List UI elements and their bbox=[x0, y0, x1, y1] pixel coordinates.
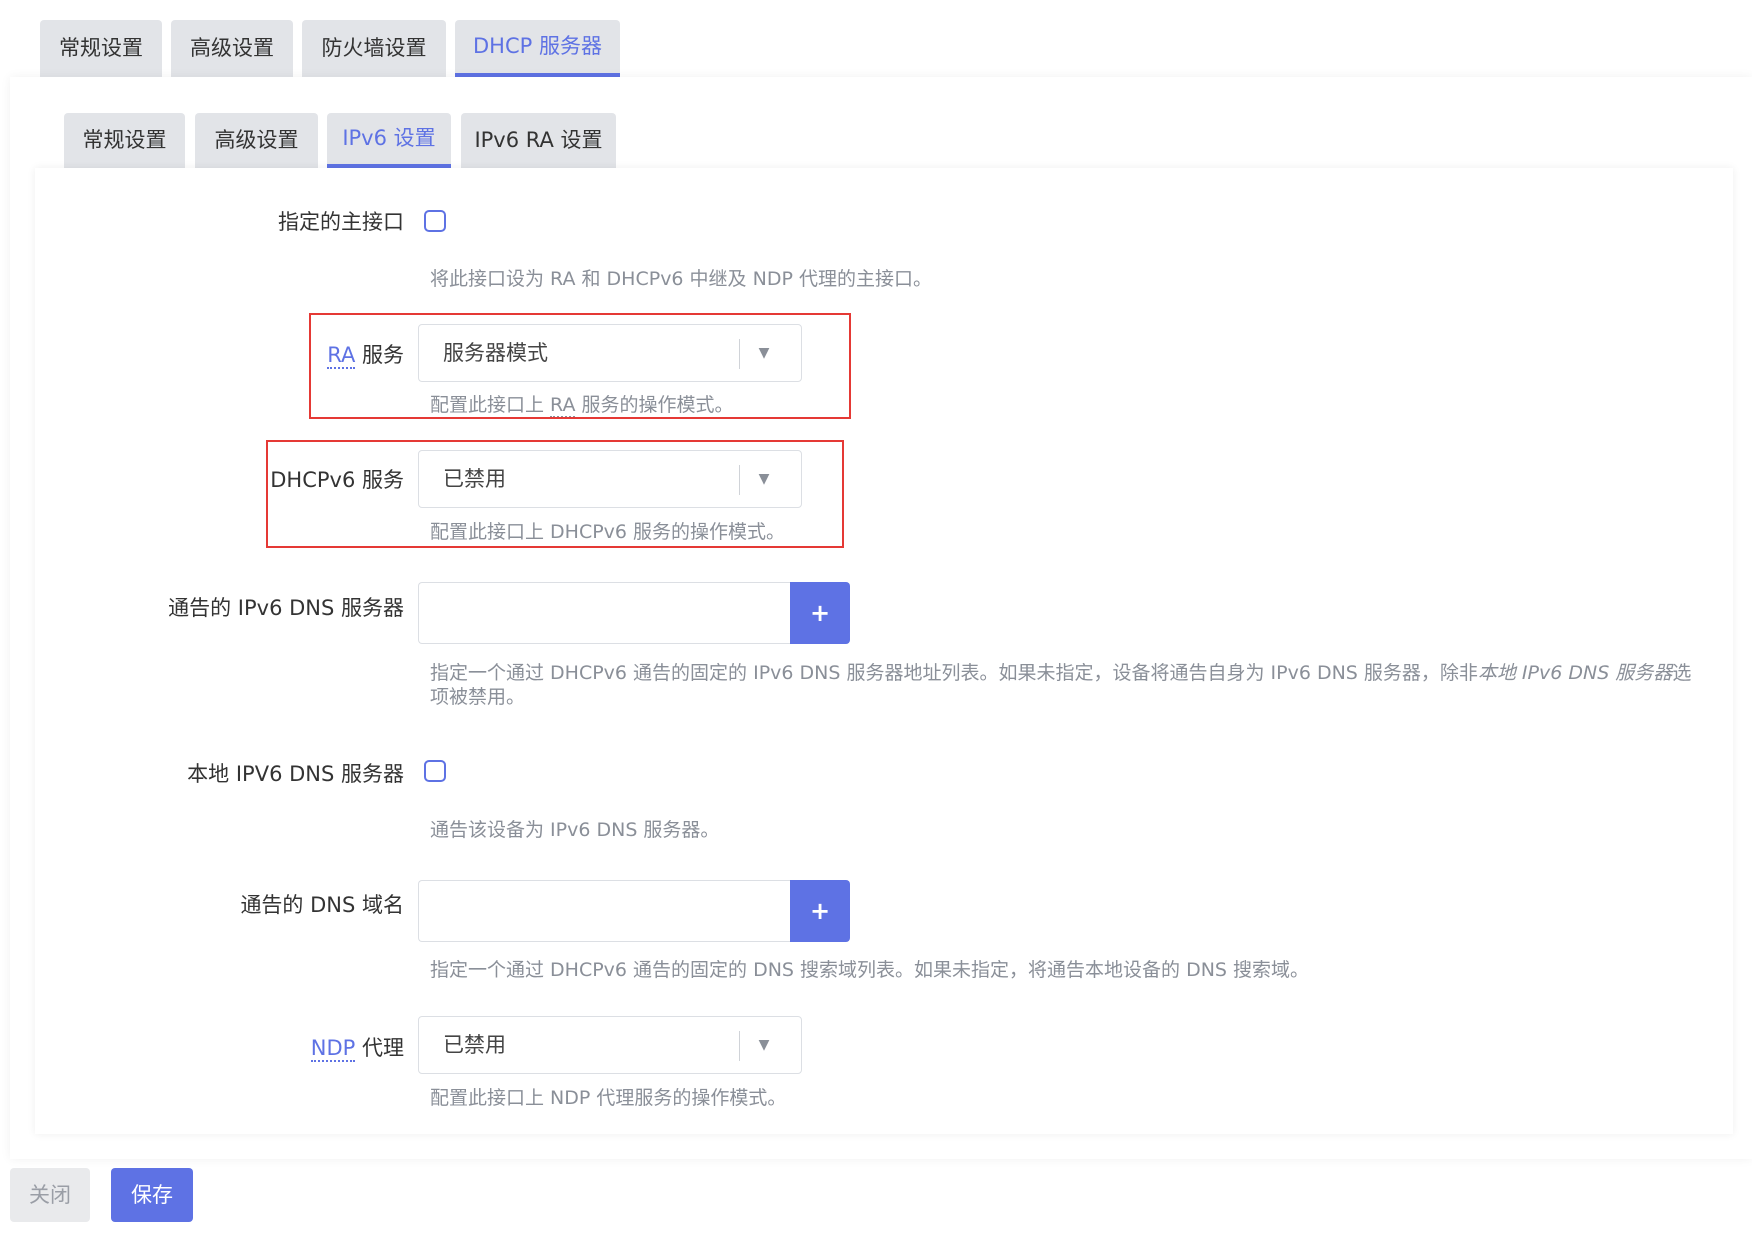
master-interface-desc: 将此接口设为 RA 和 DHCPv6 中继及 NDP 代理的主接口。 bbox=[430, 268, 932, 290]
ra-service-value: 服务器模式 bbox=[443, 341, 548, 365]
ndp-proxy-select[interactable]: 已禁用 ▼ bbox=[418, 1016, 802, 1074]
ipv6-dns-input[interactable] bbox=[418, 582, 790, 644]
ra-abbr: RA bbox=[327, 343, 356, 369]
dns-domain-add-button[interactable]: + bbox=[790, 880, 850, 942]
chevron-down-icon: ▼ bbox=[758, 471, 770, 487]
ra-service-select[interactable]: 服务器模式 ▼ bbox=[418, 324, 802, 382]
close-button[interactable]: 关闭 bbox=[10, 1168, 90, 1222]
dialog-page: 常规设置 高级设置 防火墙设置 DHCP 服务器 常规设置 高级设置 IPv6 … bbox=[0, 0, 1752, 1236]
tab-general[interactable]: 常规设置 bbox=[40, 20, 162, 77]
local-dns-desc: 通告该设备为 IPv6 DNS 服务器。 bbox=[430, 819, 720, 841]
dns-domain-desc: 指定一个通过 DHCPv6 通告的固定的 DNS 搜索域列表。如果未指定，将通告… bbox=[430, 959, 1310, 981]
ra-service-desc: 配置此接口上 RA 服务的操作模式。 bbox=[430, 393, 734, 418]
ipv6-dns-label: 通告的 IPv6 DNS 服务器 bbox=[168, 596, 404, 620]
local-dns-label: 本地 IPV6 DNS 服务器 bbox=[187, 762, 404, 786]
ipv6-dns-list: + bbox=[418, 582, 850, 644]
ndp-proxy-label-text: 代理 bbox=[355, 1036, 404, 1060]
dhcpv6-service-select[interactable]: 已禁用 ▼ bbox=[418, 450, 802, 508]
tab-dhcp-server[interactable]: DHCP 服务器 bbox=[455, 20, 620, 77]
select-separator bbox=[739, 465, 740, 495]
dns-domain-label: 通告的 DNS 域名 bbox=[240, 893, 404, 917]
save-button[interactable]: 保存 bbox=[111, 1168, 193, 1222]
dhcpv6-service-desc: 配置此接口上 DHCPv6 服务的操作模式。 bbox=[430, 521, 786, 543]
chevron-down-icon: ▼ bbox=[758, 345, 770, 361]
ra-desc-abbr: RA bbox=[550, 394, 576, 418]
ndp-abbr: NDP bbox=[310, 1036, 356, 1062]
tab-advanced[interactable]: 高级设置 bbox=[171, 20, 293, 77]
subtab-advanced[interactable]: 高级设置 bbox=[195, 113, 318, 168]
subtab-general[interactable]: 常规设置 bbox=[64, 113, 185, 168]
dhcpv6-service-label: DHCPv6 服务 bbox=[270, 468, 404, 492]
ipv6-settings-panel bbox=[35, 168, 1733, 1134]
ipv6-dns-desc-prefix: 指定一个通过 DHCPv6 通告的固定的 IPv6 DNS 服务器地址列表。如果… bbox=[430, 662, 1478, 684]
local-dns-checkbox[interactable] bbox=[424, 760, 446, 782]
subtab-ipv6[interactable]: IPv6 设置 bbox=[327, 113, 451, 168]
ndp-proxy-desc: 配置此接口上 NDP 代理服务的操作模式。 bbox=[430, 1087, 787, 1109]
dns-domain-input[interactable] bbox=[418, 880, 790, 942]
dns-domain-list: + bbox=[418, 880, 850, 942]
select-separator bbox=[739, 1031, 740, 1061]
ndp-proxy-label: NDP 代理 bbox=[310, 1032, 404, 1062]
ra-service-label: RA 服务 bbox=[327, 339, 404, 369]
ipv6-dns-add-button[interactable]: + bbox=[790, 582, 850, 644]
tab-firewall[interactable]: 防火墙设置 bbox=[302, 20, 446, 77]
ipv6-dns-desc-em: 本地 IPv6 DNS 服务器 bbox=[1477, 662, 1673, 684]
ra-service-label-text: 服务 bbox=[355, 343, 404, 367]
master-interface-label: 指定的主接口 bbox=[278, 210, 404, 234]
dhcpv6-service-value: 已禁用 bbox=[443, 467, 506, 491]
ra-desc-prefix: 配置此接口上 bbox=[430, 394, 551, 416]
ra-desc-suffix: 服务的操作模式。 bbox=[575, 394, 734, 416]
subtab-ipv6-ra[interactable]: IPv6 RA 设置 bbox=[461, 113, 616, 168]
chevron-down-icon: ▼ bbox=[758, 1037, 770, 1053]
master-interface-checkbox[interactable] bbox=[424, 210, 446, 232]
ipv6-dns-desc: 指定一个通过 DHCPv6 通告的固定的 IPv6 DNS 服务器地址列表。如果… bbox=[430, 661, 1702, 709]
ndp-proxy-value: 已禁用 bbox=[443, 1033, 506, 1057]
select-separator bbox=[739, 339, 740, 369]
